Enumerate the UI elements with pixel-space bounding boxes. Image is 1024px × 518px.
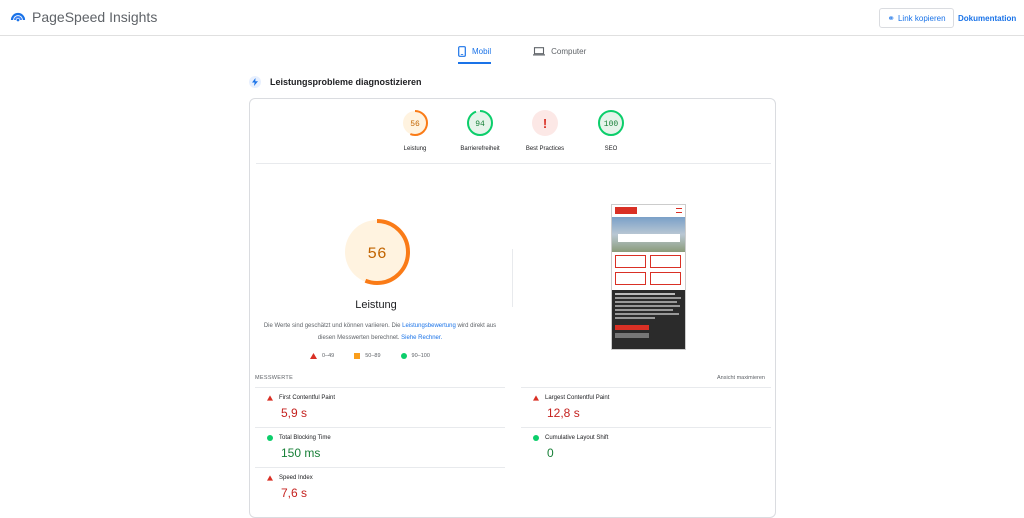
documentation-button[interactable]: Dokumentation (958, 8, 1016, 28)
metric-header: First Contentful Paint (267, 395, 335, 401)
divider (256, 163, 771, 164)
tab-mobile[interactable]: Mobil (452, 40, 497, 64)
triangle-icon (310, 353, 317, 359)
legend-item-average: 50–89 (354, 353, 381, 359)
metric-divider (255, 387, 505, 388)
metric-divider (255, 467, 505, 468)
preview-tile (650, 255, 681, 268)
preview-tiles (612, 252, 685, 290)
lightning-icon (249, 76, 261, 88)
metric-name: Cumulative Layout Shift (545, 435, 609, 441)
metric-header: Cumulative Layout Shift (533, 435, 608, 441)
preview-header (612, 205, 685, 217)
gauge-accessibility-score: 94 (475, 120, 485, 129)
gauge-seo-label: SEO (604, 146, 618, 152)
report-card: 56 Leistung 94 Barrierefreiheit ! Best P… (249, 98, 776, 518)
metric-name: Speed Index (279, 475, 313, 481)
laptop-icon (533, 46, 546, 55)
copy-link-label: Link kopieren (897, 13, 946, 23)
preview-cookie-text (612, 290, 685, 322)
expand-view-toggle[interactable]: Ansicht maximieren (717, 375, 765, 381)
score-gauges: 56 Leistung 94 Barrierefreiheit ! Best P… (250, 109, 777, 165)
top-bar: PageSpeed Insights ⚭ Link kopieren Dokum… (0, 0, 1024, 36)
description-text-1: Die Werte sind geschätzt und können vari… (263, 323, 403, 329)
metric-name: Total Blocking Time (279, 435, 331, 441)
preview-search-box (618, 234, 680, 242)
gauge-seo[interactable]: 100 SEO (581, 109, 641, 152)
phone-icon (458, 45, 466, 57)
metric-value: 7,6 s (281, 486, 308, 500)
metric-header: Largest Contentful Paint (533, 395, 609, 401)
gauge-best-practices-label: Best Practices (525, 146, 565, 152)
triangle-icon (533, 395, 539, 401)
vertical-divider (512, 249, 513, 307)
gauge-accessibility-label: Barrierefreiheit (460, 146, 500, 152)
circle-icon (267, 435, 273, 441)
square-icon (354, 353, 361, 359)
calculator-link[interactable]: Siehe Rechner. (401, 335, 442, 341)
brand-name: PageSpeed Insights (32, 9, 158, 25)
legend-item-good: 90–100 (400, 353, 430, 359)
circle-icon (400, 353, 407, 359)
gauge-performance-label: Leistung (403, 146, 427, 152)
triangle-icon (267, 475, 273, 481)
preview-tile (615, 255, 646, 268)
metric-value: 0 (547, 446, 554, 460)
gauge-accessibility[interactable]: 94 Barrierefreiheit (450, 109, 510, 152)
link-icon: ⚭ (887, 12, 895, 23)
score-description: Die Werte sind geschätzt und können vari… (260, 320, 500, 344)
main-gauge-label: Leistung (355, 299, 397, 311)
legend-item-bad: 0–49 (310, 353, 334, 359)
gauge-performance[interactable]: 56 Leistung (385, 109, 445, 152)
metric-header: Speed Index (267, 475, 313, 481)
diagnose-heading: Leistungsprobleme diagnostizieren (249, 76, 422, 88)
gauge-best-practices-score: ! (543, 116, 547, 131)
legend-range-bad: 0–49 (322, 353, 335, 359)
gauge-best-practices[interactable]: ! Best Practices (515, 109, 575, 152)
metric-header: Total Blocking Time (267, 435, 331, 441)
preview-decline-button (615, 333, 649, 338)
tab-mobile-label: Mobil (472, 46, 492, 56)
metric-divider (255, 427, 505, 428)
tab-desktop[interactable]: Computer (527, 40, 592, 62)
preview-hero (612, 217, 685, 252)
preview-accept-button (615, 325, 649, 330)
brand[interactable]: PageSpeed Insights (10, 9, 157, 25)
preview-tile (650, 272, 681, 285)
preview-menu-icon (676, 208, 682, 213)
copy-link-button[interactable]: ⚭ Link kopieren (879, 8, 954, 28)
triangle-icon (267, 395, 273, 401)
legend-range-average: 50–89 (365, 353, 381, 359)
metric-name: Largest Contentful Paint (545, 395, 610, 401)
diagnose-title: Leistungsprobleme diagnostizieren (270, 77, 422, 87)
metrics-title: MESSWERTE (255, 375, 294, 381)
metric-value: 150 ms (281, 446, 321, 460)
main-gauge-score: 56 (367, 245, 386, 263)
main-performance-gauge: 56 (344, 219, 410, 285)
device-tabs: Mobil Computer (452, 40, 622, 64)
pagespeed-logo-icon (10, 12, 26, 22)
metric-divider (521, 427, 771, 428)
circle-icon (533, 435, 539, 441)
metric-divider (521, 387, 771, 388)
metric-name: First Contentful Paint (279, 395, 336, 401)
metric-value: 5,9 s (281, 406, 308, 420)
preview-logo (615, 207, 637, 214)
score-legend: 0–49 50–89 90–100 (310, 353, 450, 359)
tab-desktop-label: Computer (551, 46, 587, 56)
legend-range-good: 90–100 (411, 353, 430, 359)
gauge-performance-score: 56 (410, 120, 420, 129)
gauge-seo-score: 100 (604, 120, 619, 129)
metric-value: 12,8 s (547, 406, 580, 420)
performance-score-link[interactable]: Leistungsbewertung (402, 323, 456, 329)
mobile-screenshot-preview (611, 204, 686, 350)
preview-tile (615, 272, 646, 285)
